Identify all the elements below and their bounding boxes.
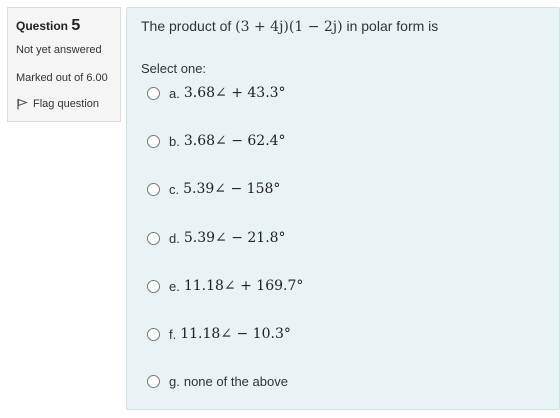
question-state: Not yet answered [16,44,102,56]
question-text-prefix: The product of [141,18,236,34]
option-a-value: 3.68∠ + 43.3° [183,85,286,101]
option-f[interactable]: f. 11.18∠ − 10.3° [147,326,291,342]
question-title: Question 5 [16,17,80,35]
option-c[interactable]: c. 5.39∠ − 158° [147,181,280,197]
option-b-label: b. [169,133,180,149]
option-a[interactable]: a. 3.68∠ + 43.3° [147,85,286,101]
option-g-label: g. [169,374,180,389]
option-c-value: 5.39∠ − 158° [183,181,281,197]
question-text-suffix: in polar form is [342,18,439,34]
question-expression: (3 + 4j)(1 − 2j) [235,19,343,35]
option-e-label: e. [169,278,180,294]
flag-question-button[interactable]: Flag question [16,98,99,110]
option-f-label: f. [169,326,177,342]
question-label: Question [16,19,69,33]
option-g[interactable]: g. none of the above [147,374,288,389]
option-b[interactable]: b. 3.68∠ − 62.4° [147,133,286,149]
option-d[interactable]: d. 5.39∠ − 21.8° [147,230,286,246]
radio-d[interactable] [147,231,160,245]
radio-a[interactable] [147,86,160,100]
option-d-label: d. [169,230,180,246]
question-content: The product of (3 + 4j)(1 − 2j) in polar… [126,7,560,410]
radio-e[interactable] [147,279,160,293]
option-g-value: none of the above [183,374,288,389]
flag-question-label: Flag question [33,98,100,110]
radio-b[interactable] [147,134,160,148]
option-f-value: 11.18∠ − 10.3° [180,326,291,342]
question-grade: Marked out of 6.00 [16,72,108,84]
radio-g[interactable] [147,375,160,388]
option-e[interactable]: e. 11.18∠ + 169.7° [147,278,303,294]
question-number: 5 [71,17,81,34]
option-e-value: 11.18∠ + 169.7° [183,278,304,294]
option-b-value: 3.68∠ − 62.4° [183,133,286,149]
option-c-label: c. [169,181,180,197]
radio-c[interactable] [147,182,160,196]
option-d-value: 5.39∠ − 21.8° [183,230,286,246]
question-text: The product of (3 + 4j)(1 − 2j) in polar… [141,18,438,35]
flag-icon [16,98,28,110]
radio-f[interactable] [147,327,160,341]
question-info-panel: Question 5 Not yet answered Marked out o… [7,7,121,122]
option-a-label: a. [169,85,180,101]
answer-prompt: Select one: [141,61,207,76]
